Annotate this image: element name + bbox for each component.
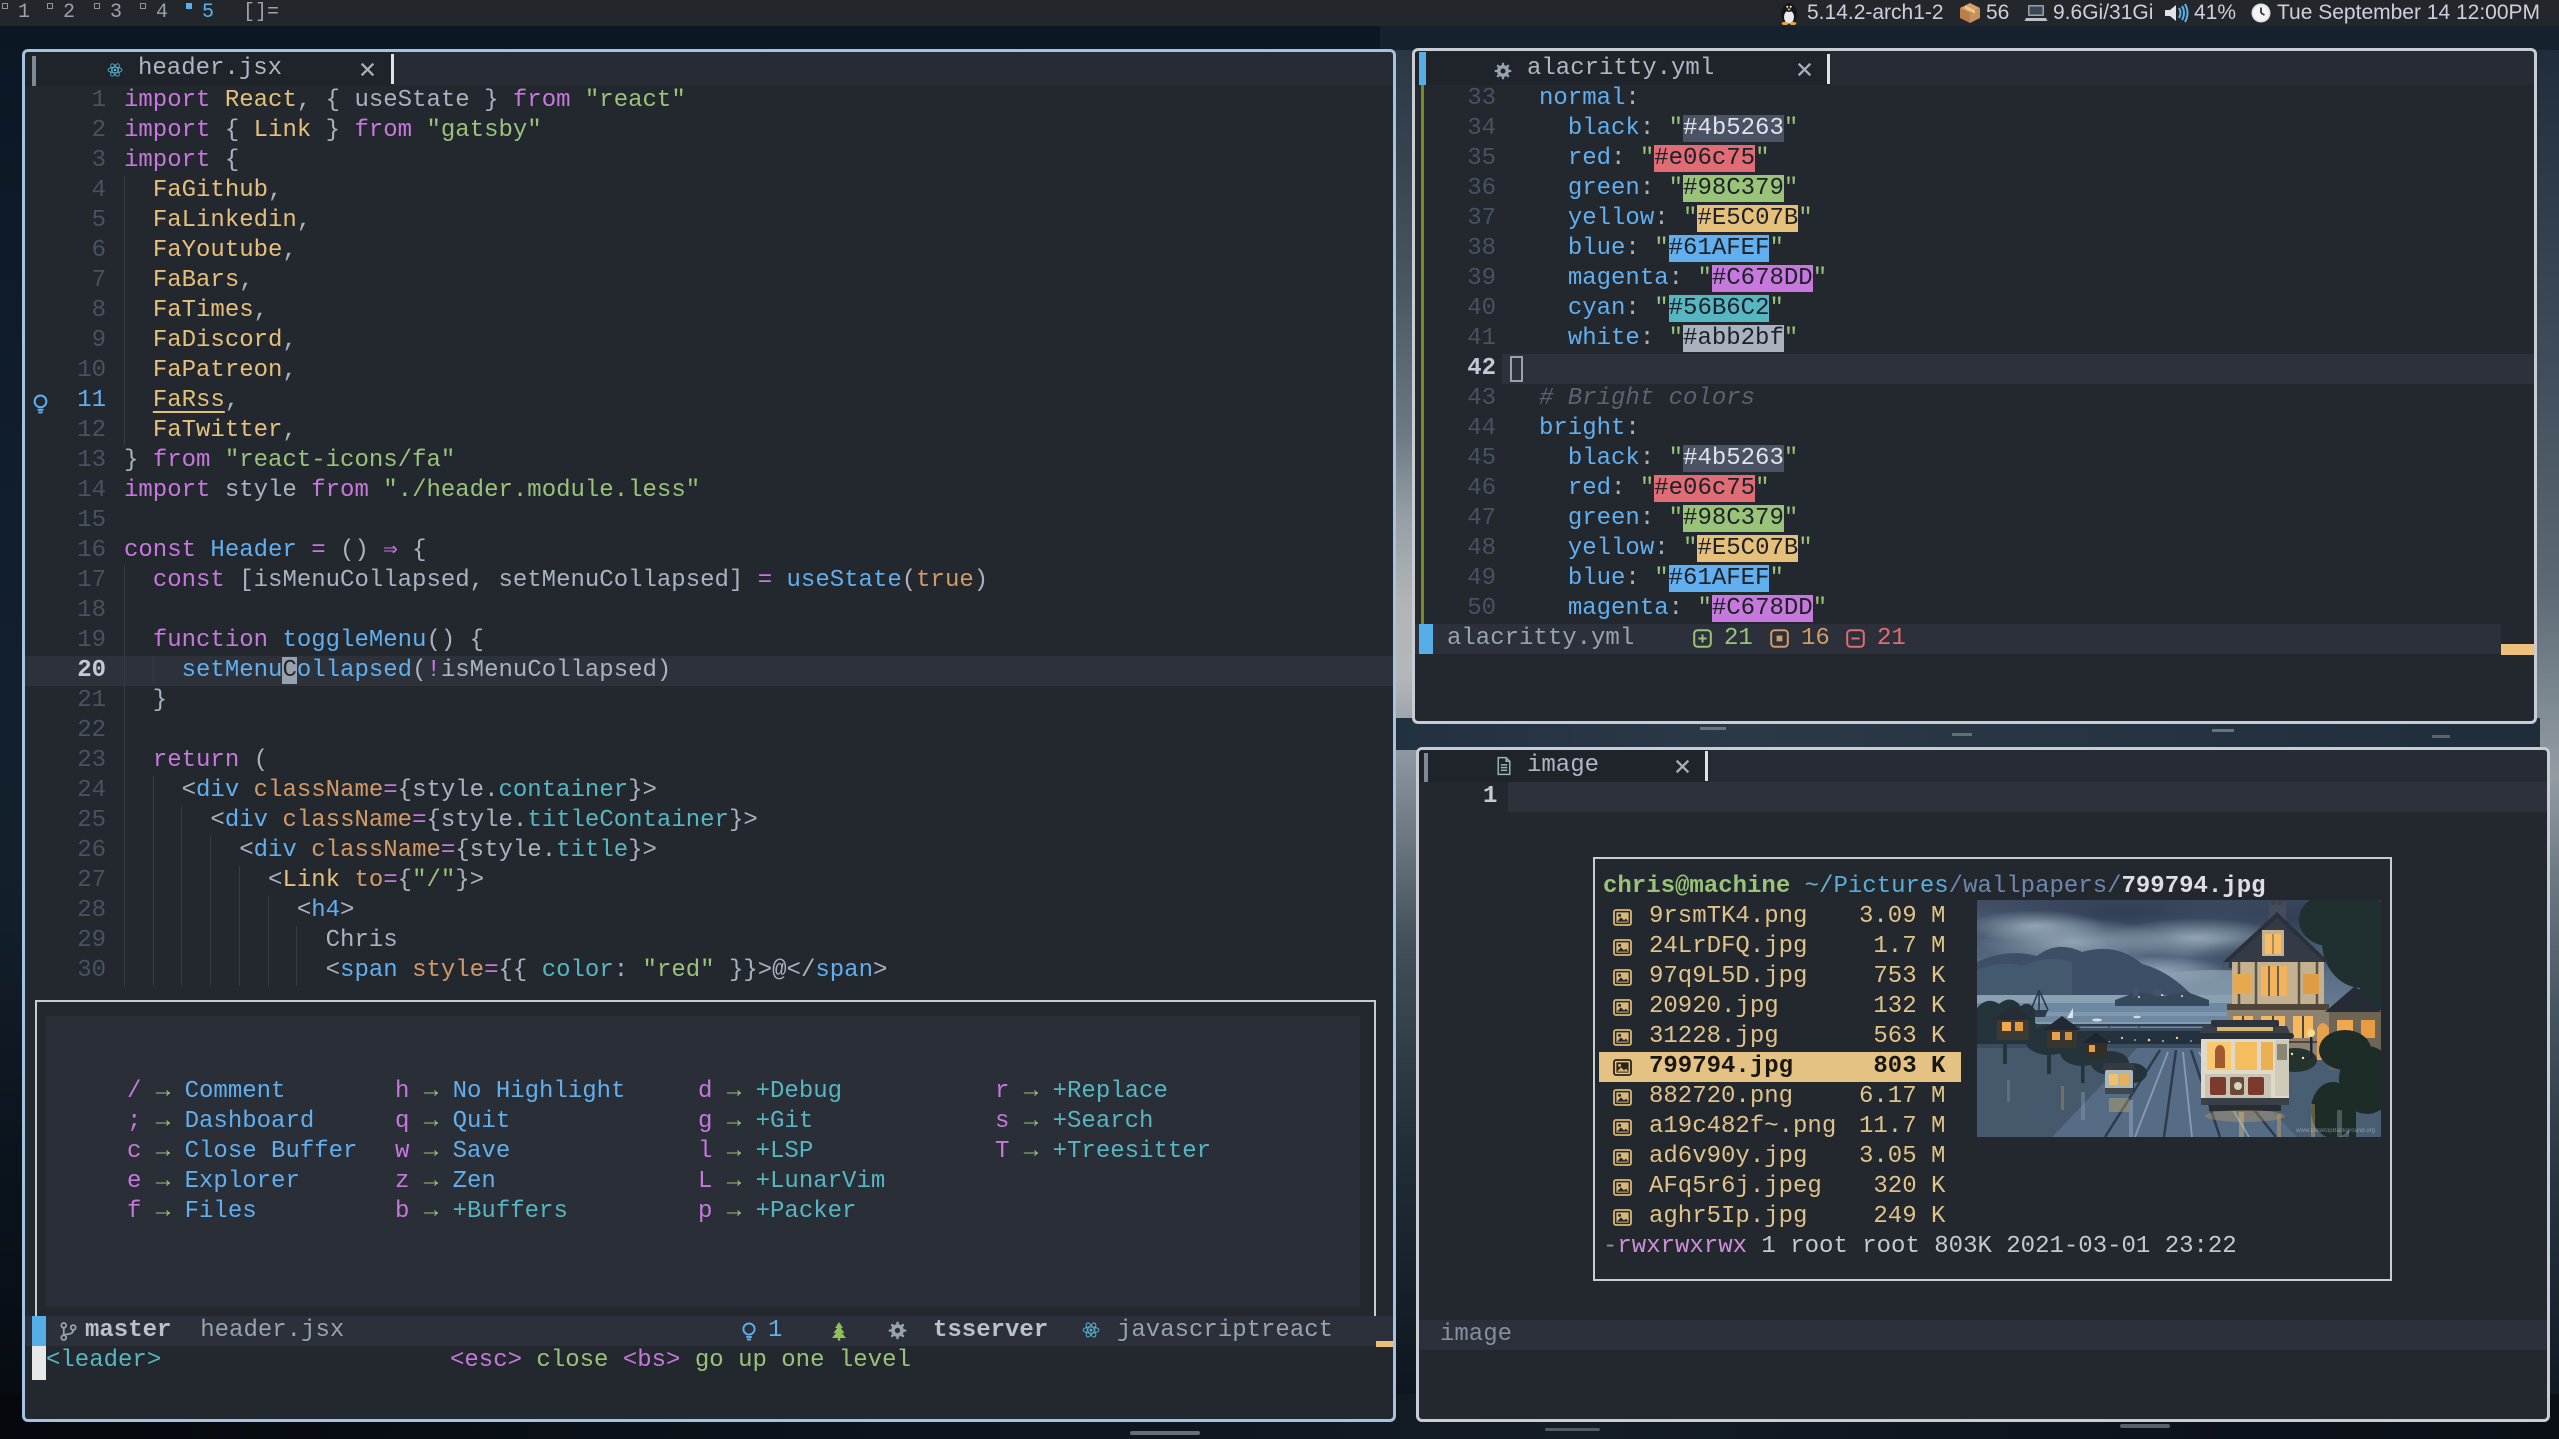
svg-text:www.DesktopBackground.org: www.DesktopBackground.org (2295, 1128, 2375, 1134)
